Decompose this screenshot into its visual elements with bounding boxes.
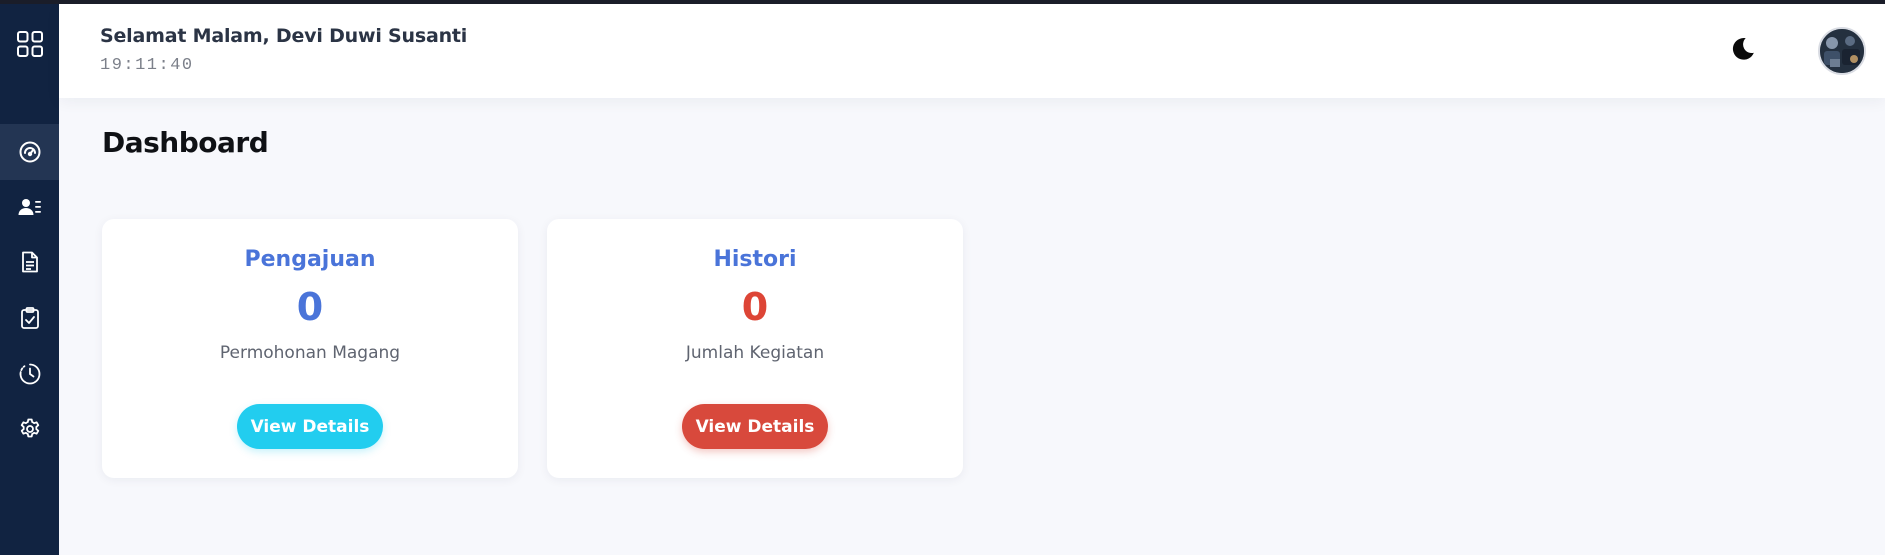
user-avatar[interactable] xyxy=(1818,27,1866,75)
card-pengajuan: Pengajuan 0 Permohonan Magang View Detai… xyxy=(102,219,518,478)
sidebar-item-profile[interactable] xyxy=(0,179,59,235)
document-icon xyxy=(21,251,38,273)
avatar-photo xyxy=(1820,29,1864,73)
card-title: Pengajuan xyxy=(244,247,376,272)
card-title: Histori xyxy=(713,247,797,272)
view-details-button[interactable]: View Details xyxy=(682,404,828,449)
card-histori: Histori 0 Jumlah Kegiatan View Details xyxy=(547,219,963,478)
card-subtitle: Permohonan Magang xyxy=(219,343,401,363)
top-header: Selamat Malam, Devi Duwi Susanti 19:11:4… xyxy=(59,4,1885,98)
gear-icon xyxy=(20,418,39,438)
clipboard-check-icon xyxy=(20,307,39,329)
sidebar-item-settings[interactable] xyxy=(0,401,59,457)
card-value: 0 xyxy=(741,285,769,329)
dashboard-gauge-icon xyxy=(19,141,40,163)
view-details-button[interactable]: View Details xyxy=(237,404,383,449)
page-title: Dashboard xyxy=(102,126,269,159)
card-value: 0 xyxy=(296,285,324,329)
sidebar-item-documents[interactable] xyxy=(0,234,59,290)
sidebar-item-tasks[interactable] xyxy=(0,290,59,346)
moon-icon xyxy=(1732,37,1754,60)
sidebar-menu-toggle[interactable] xyxy=(0,16,59,72)
user-list-icon xyxy=(18,199,41,215)
grid-menu-icon xyxy=(16,31,43,57)
theme-toggle-button[interactable] xyxy=(1726,32,1760,66)
clock-history-icon xyxy=(19,363,40,385)
greeting-text: Selamat Malam, Devi Duwi Susanti xyxy=(100,25,468,47)
sidebar-item-dashboard[interactable] xyxy=(0,124,59,180)
card-subtitle: Jumlah Kegiatan xyxy=(685,343,825,363)
sidebar xyxy=(0,0,59,555)
clock-text: 19:11:40 xyxy=(100,56,194,75)
top-border xyxy=(0,0,1885,4)
sidebar-item-history[interactable] xyxy=(0,346,59,402)
